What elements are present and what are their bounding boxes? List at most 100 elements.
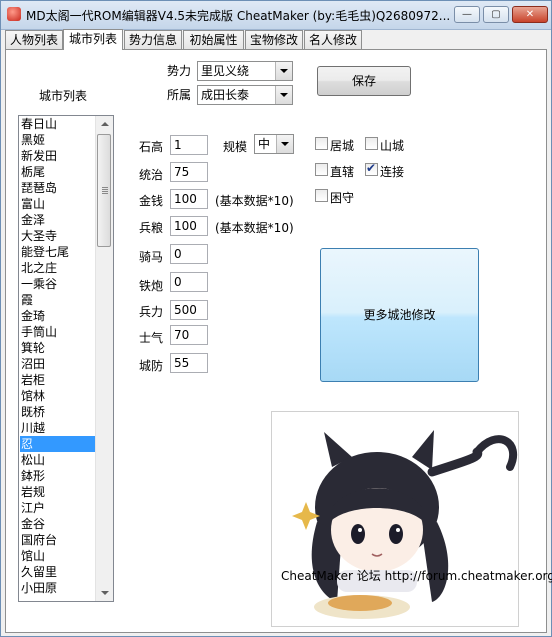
city-list-item[interactable]: 江户 (20, 500, 96, 516)
cat-girl-illustration (292, 430, 518, 619)
city-list-item[interactable]: 大圣寺 (20, 228, 96, 244)
city-list-item[interactable]: 箕轮 (20, 340, 96, 356)
more-city-edit-button[interactable]: 更多城池修改 (320, 248, 479, 382)
title-bar: MD太阁一代ROM编辑器V4.5未完成版 CheatMaker (by:毛毛虫)… (1, 1, 551, 30)
belong-label: 所属 (167, 88, 192, 102)
city-list-item[interactable]: 忍 (20, 436, 96, 452)
faction-label: 势力 (167, 64, 192, 78)
city-list-item[interactable]: 栃尾 (20, 164, 96, 180)
city-list-item[interactable]: 富山 (20, 196, 96, 212)
jucheng-label: 居城 (330, 139, 355, 153)
beishou-checkbox[interactable] (315, 189, 328, 202)
city-list-item[interactable]: 金谷 (20, 516, 96, 532)
belong-select[interactable]: 成田长泰 (197, 85, 293, 105)
city-list-item[interactable]: 岩柜 (20, 372, 96, 388)
city-list-item[interactable]: 馆林 (20, 388, 96, 404)
jucheng-checkbox[interactable] (315, 137, 328, 150)
bingliang-input[interactable]: 100 (170, 216, 208, 236)
city-list-item[interactable]: 既桥 (20, 404, 96, 420)
beishou-label: 困守 (330, 191, 355, 205)
right-eye-shine (396, 528, 400, 532)
city-list-item[interactable]: 金泽 (20, 212, 96, 228)
city-list-item[interactable]: 霞 (20, 292, 96, 308)
chevron-down-icon (276, 135, 293, 153)
cat-girl-image (271, 411, 519, 627)
city-list-item[interactable]: 北之庄 (20, 260, 96, 276)
chengfang-input[interactable]: 55 (170, 353, 208, 373)
tiepao-label: 铁炮 (139, 279, 164, 293)
city-list-item[interactable]: 手筒山 (20, 324, 96, 340)
belong-select-value: 成田长泰 (201, 88, 250, 102)
scroll-thumb[interactable] (97, 134, 111, 247)
jinqian-label: 金钱 (139, 194, 164, 208)
tab-treasure-edit[interactable]: 宝物修改 (245, 30, 303, 49)
scroll-up-arrow-icon[interactable] (96, 116, 113, 133)
city-list-heading: 城市列表 (39, 89, 88, 103)
lianjie-label: 连接 (380, 165, 405, 179)
city-list-item[interactable]: 川越 (20, 420, 96, 436)
city-list-item[interactable]: 鉢形 (20, 468, 96, 484)
city-list-item[interactable]: 松山 (20, 452, 96, 468)
qima-input[interactable]: 0 (170, 244, 208, 264)
city-list-item[interactable]: 春日山 (20, 116, 96, 132)
city-list-item[interactable]: 黑姬 (20, 132, 96, 148)
faction-select[interactable]: 里见义绕 (197, 61, 293, 81)
city-list-item[interactable]: 一乘谷 (20, 276, 96, 292)
save-button[interactable]: 保存 (317, 66, 411, 96)
grip-icon (102, 187, 108, 188)
tab-faction-info[interactable]: 势力信息 (124, 30, 182, 49)
chevron-down-icon (275, 62, 292, 80)
city-list-panel: 城市列表 春日山 黑姬 新发田 栃尾 琵琶岛 富山 金泽 大圣寺 能登七尾 北之庄 一乘谷霞金琦 手筒… (5, 49, 547, 633)
tongzhi-label: 统治 (139, 168, 164, 182)
city-list-item[interactable]: 国府台 (20, 532, 96, 548)
scale-select-value: 中 (258, 137, 271, 151)
city-list-item[interactable]: 新发田 (20, 148, 96, 164)
city-items: 春日山 黑姬 新发田 栃尾 琵琶岛 富山 金泽 大圣寺 能登七尾 北之庄 一乘谷霞金琦 手筒山 箕轮 沼田… (19, 116, 96, 596)
city-list-item[interactable]: 沼田 (20, 356, 96, 372)
tab-celebrity-edit[interactable]: 名人修改 (304, 30, 362, 49)
qima-label: 骑马 (139, 250, 164, 264)
city-list-item[interactable]: 能登七尾 (20, 244, 96, 260)
city-list-item[interactable]: 久留里 (20, 564, 96, 580)
city-list-item[interactable]: 馆山 (20, 548, 96, 564)
shigao-input[interactable]: 1 (170, 135, 208, 155)
tab-initial-attributes[interactable]: 初始属性 (183, 30, 244, 49)
bingli-input[interactable]: 500 (170, 300, 208, 320)
zhixia-checkbox[interactable] (315, 163, 328, 176)
city-list-item[interactable]: 琵琶岛 (20, 180, 96, 196)
tab-city-list[interactable]: 城市列表 (63, 29, 123, 50)
taiyaki-shape (328, 595, 392, 611)
right-eye-shape (389, 524, 403, 544)
scroll-down-arrow-icon[interactable] (96, 584, 113, 601)
zhixia-label: 直辖 (330, 165, 355, 179)
shiqi-input[interactable]: 70 (170, 325, 208, 345)
hair-right-shape (422, 522, 449, 602)
app-icon (7, 7, 21, 21)
forum-footer: CheatMaker 论坛 http://forum.cheatmaker.or… (281, 569, 552, 583)
jinqian-input[interactable]: 100 (170, 189, 208, 209)
shiqi-label: 士气 (139, 331, 164, 345)
city-list-item[interactable]: 金琦 (20, 308, 96, 324)
chengfang-label: 城防 (139, 359, 164, 373)
tiepao-input[interactable]: 0 (170, 272, 208, 292)
bingliang-label: 兵粮 (139, 221, 164, 235)
minimize-button[interactable]: — (454, 6, 480, 23)
city-list-item[interactable]: 岩规 (20, 484, 96, 500)
shancheng-checkbox[interactable] (365, 137, 378, 150)
close-button[interactable]: ✕ (512, 6, 548, 23)
faction-select-value: 里见义绕 (201, 64, 250, 78)
bingliang-note: (基本数据*10) (215, 221, 294, 235)
city-list-item[interactable]: 小田原 (20, 580, 96, 596)
tail-base-shape (427, 447, 483, 477)
restore-button[interactable]: ▢ (483, 6, 509, 23)
left-eye-shape (351, 524, 365, 544)
scale-select[interactable]: 中 (254, 134, 294, 154)
shigao-label: 石高 (139, 140, 164, 154)
lianjie-checkbox[interactable] (365, 161, 378, 176)
jinqian-note: (基本数据*10) (215, 194, 294, 208)
city-list-scrollbar[interactable] (95, 116, 113, 601)
city-listbox[interactable]: 春日山 黑姬 新发田 栃尾 琵琶岛 富山 金泽 大圣寺 能登七尾 北之庄 一乘谷霞金琦 手筒山 箕轮 沼田… (18, 115, 114, 602)
tab-people-list[interactable]: 人物列表 (5, 30, 63, 49)
chevron-down-icon (275, 86, 292, 104)
tongzhi-input[interactable]: 75 (170, 162, 208, 182)
